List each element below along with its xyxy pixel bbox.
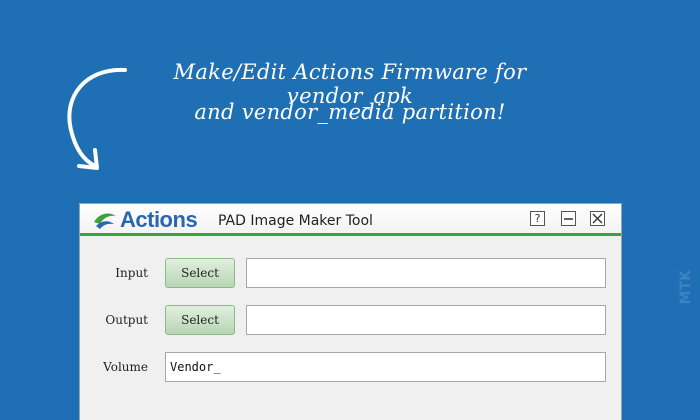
app-window: Actions PAD Image Maker Tool ? Input Sel… (79, 203, 622, 420)
input-path-field[interactable] (246, 258, 606, 288)
close-icon (592, 213, 603, 224)
title-bar: Actions PAD Image Maker Tool ? (80, 204, 621, 236)
window-title: PAD Image Maker Tool (218, 213, 373, 229)
watermark-text: MTK (678, 270, 694, 305)
output-select-button[interactable]: Select (165, 305, 235, 335)
volume-label: Volume (103, 360, 148, 374)
input-label: Input (115, 266, 148, 280)
volume-row: Volume (80, 352, 623, 382)
volume-field[interactable] (165, 352, 606, 382)
close-button[interactable] (590, 211, 605, 226)
output-path-field[interactable] (246, 305, 606, 335)
actions-logo: Actions (92, 207, 198, 232)
help-button[interactable]: ? (530, 211, 545, 226)
logo-text: Actions (120, 207, 198, 232)
output-row: Output Select (80, 305, 623, 335)
banner-headline-line2: and vendor_media partition! (194, 100, 506, 124)
actions-logo-icon (94, 213, 116, 229)
help-icon: ? (534, 212, 541, 225)
promo-banner: Make/Edit Actions Firmware for vendor_ap… (0, 0, 700, 200)
output-label: Output (105, 313, 148, 327)
input-select-button[interactable]: Select (165, 258, 235, 288)
input-row: Input Select (80, 258, 623, 288)
minimize-button[interactable] (561, 211, 576, 226)
minimize-icon (564, 218, 573, 220)
